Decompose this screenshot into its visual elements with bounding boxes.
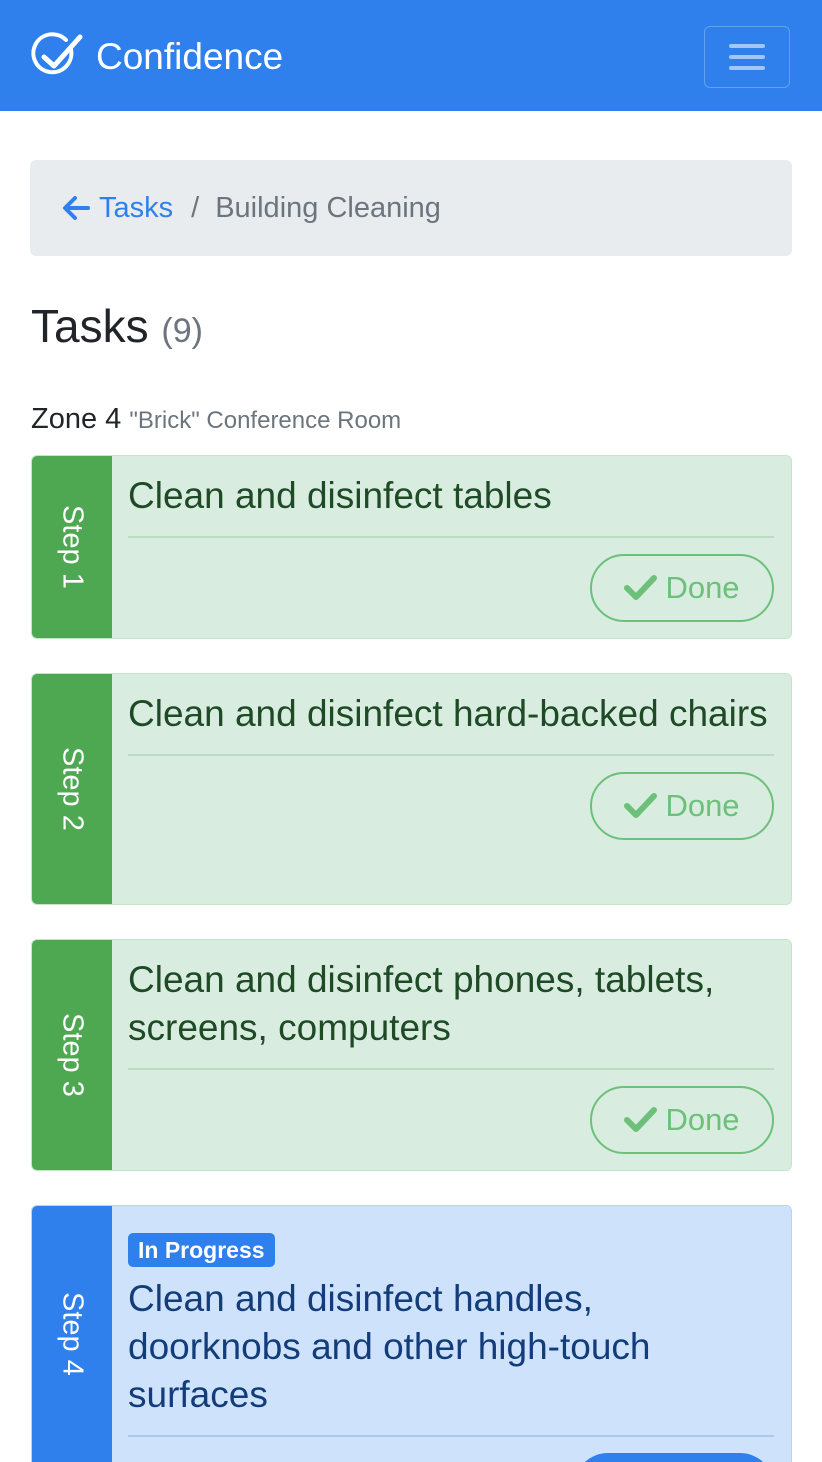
done-button-label: Done (665, 1101, 740, 1137)
check-icon (624, 792, 658, 818)
step-marker: Step 4 (32, 1206, 112, 1462)
task-body: In Progress Clean and disinfect handles,… (112, 1206, 791, 1462)
task-card-step-2: Step 2 Clean and disinfect hard-backed c… (31, 673, 792, 905)
breadcrumb-separator: / (191, 191, 200, 224)
done-button[interactable]: Done (590, 1085, 774, 1154)
step-marker: Step 1 (32, 456, 112, 638)
task-title: Clean and disinfect hard-backed chairs (128, 693, 768, 734)
navbar: Confidence (0, 0, 822, 111)
done-button-label: Done (665, 569, 740, 605)
task-card-step-1: Step 1 Clean and disinfect tables Done (31, 455, 792, 639)
step-label: Step 1 (56, 505, 89, 589)
task-body: Clean and disinfect tables Done (112, 456, 791, 638)
step-marker: Step 3 (32, 940, 112, 1170)
brand[interactable]: Confidence (31, 31, 283, 81)
breadcrumb: Tasks / Building Cleaning (30, 160, 792, 256)
page-title-text: Tasks (31, 300, 149, 352)
task-title: Clean and disinfect handles, doorknobs a… (128, 1278, 651, 1415)
breadcrumb-tasks-link[interactable]: Tasks (61, 192, 173, 225)
page-title: Tasks (9) (31, 298, 203, 359)
step-marker: Step 2 (32, 674, 112, 904)
step-label: Step 4 (56, 1292, 89, 1376)
step-label: Step 2 (56, 747, 89, 831)
check-circle-icon (31, 32, 83, 75)
task-count: (9) (161, 312, 203, 350)
task-body: Clean and disinfect phones, tablets, scr… (112, 940, 791, 1170)
status-badge: In Progress (128, 1233, 275, 1267)
step-label: Step 3 (56, 1013, 89, 1097)
zone-name: "Brick" Conference Room (129, 407, 402, 434)
task-card-step-4: Step 4 In Progress Clean and disinfect h… (31, 1205, 792, 1462)
zone-heading: Zone 4 "Brick" Conference Room (31, 400, 401, 440)
task-card-step-3: Step 3 Clean and disinfect phones, table… (31, 939, 792, 1171)
done-button-label: Done (665, 787, 740, 823)
done-button[interactable]: Done (590, 553, 774, 622)
arrow-left-icon (63, 196, 90, 220)
zone-label: Zone 4 (31, 403, 122, 435)
breadcrumb-current: Building Cleaning (215, 191, 441, 224)
menu-toggle-button[interactable] (704, 26, 790, 88)
hamburger-menu-icon (729, 44, 765, 70)
breadcrumb-tasks-label: Tasks (99, 191, 174, 224)
task-title: Clean and disinfect phones, tablets, scr… (128, 959, 715, 1048)
task-body: Clean and disinfect hard-backed chairs D… (112, 674, 791, 904)
brand-name: Confidence (96, 35, 284, 77)
check-icon (624, 1106, 658, 1132)
task-title: Clean and disinfect tables (128, 475, 552, 516)
done-button[interactable]: Done (590, 771, 774, 840)
check-icon (624, 574, 658, 600)
task-action-button[interactable] (574, 1452, 774, 1462)
